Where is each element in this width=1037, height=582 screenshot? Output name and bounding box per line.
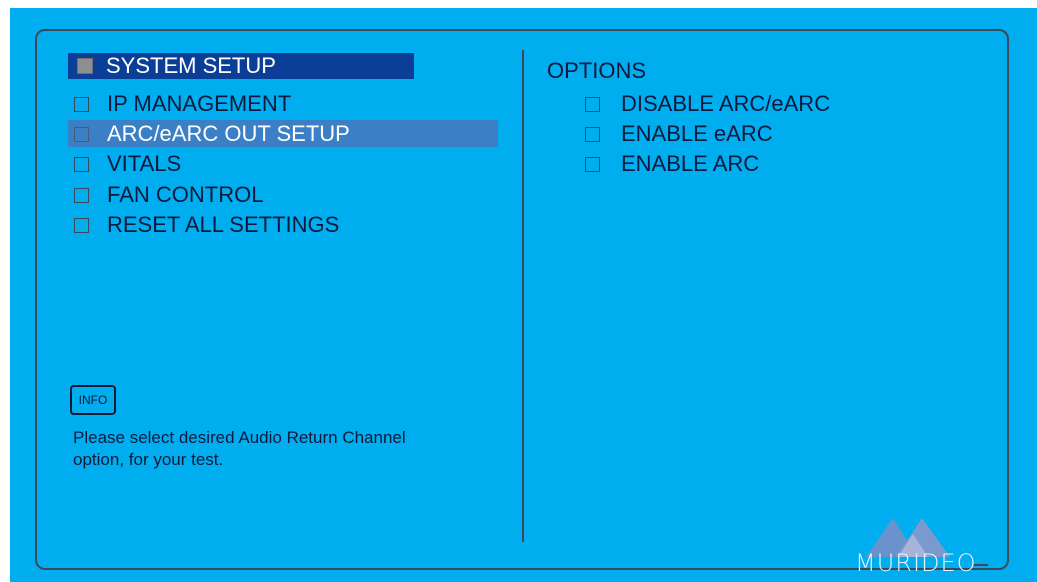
menu-item-arc-earc-out-setup[interactable]: ARC/eARC OUT SETUP <box>74 121 494 147</box>
option-enable-earc[interactable]: ENABLE eARC <box>585 121 885 147</box>
info-line-1: Please select desired Audio Return Chann… <box>73 428 406 447</box>
menu-item-label: RESET ALL SETTINGS <box>107 212 340 237</box>
option-label: ENABLE eARC <box>621 121 773 146</box>
option-disable-arc-earc[interactable]: DISABLE ARC/eARC <box>585 91 885 117</box>
menu-item-label: ARC/eARC OUT SETUP <box>107 121 350 146</box>
info-line-2: option, for your test. <box>73 450 224 469</box>
menu-item-fan-control[interactable]: FAN CONTROL <box>74 182 494 208</box>
checkbox-icon[interactable] <box>74 97 89 112</box>
menu-item-label: VITALS <box>107 151 182 176</box>
checkbox-icon[interactable] <box>74 218 89 233</box>
checkbox-icon[interactable] <box>585 157 600 172</box>
info-badge: INFO <box>70 385 116 415</box>
checkbox-icon[interactable] <box>74 157 89 172</box>
menu-item-reset-all-settings[interactable]: RESET ALL SETTINGS <box>74 212 494 238</box>
checkbox-icon[interactable] <box>74 188 89 203</box>
option-enable-arc[interactable]: ENABLE ARC <box>585 151 885 177</box>
brand-name: MURIDEO <box>855 549 977 577</box>
menu-item-label: FAN CONTROL <box>107 182 264 207</box>
menu-item-vitals[interactable]: VITALS <box>74 151 494 177</box>
checkbox-icon[interactable] <box>585 127 600 142</box>
checkbox-icon[interactable] <box>585 97 600 112</box>
title-checkbox-icon <box>77 58 93 74</box>
option-label: DISABLE ARC/eARC <box>621 91 831 116</box>
checkbox-icon[interactable] <box>74 127 89 142</box>
info-text: Please select desired Audio Return Chann… <box>73 427 523 471</box>
menu-item-ip-management[interactable]: IP MANAGEMENT <box>74 91 494 117</box>
options-title: OPTIONS <box>547 58 647 83</box>
option-label: ENABLE ARC <box>621 151 760 176</box>
menu-title: SYSTEM SETUP <box>106 53 276 78</box>
menu-item-label: IP MANAGEMENT <box>107 91 292 116</box>
